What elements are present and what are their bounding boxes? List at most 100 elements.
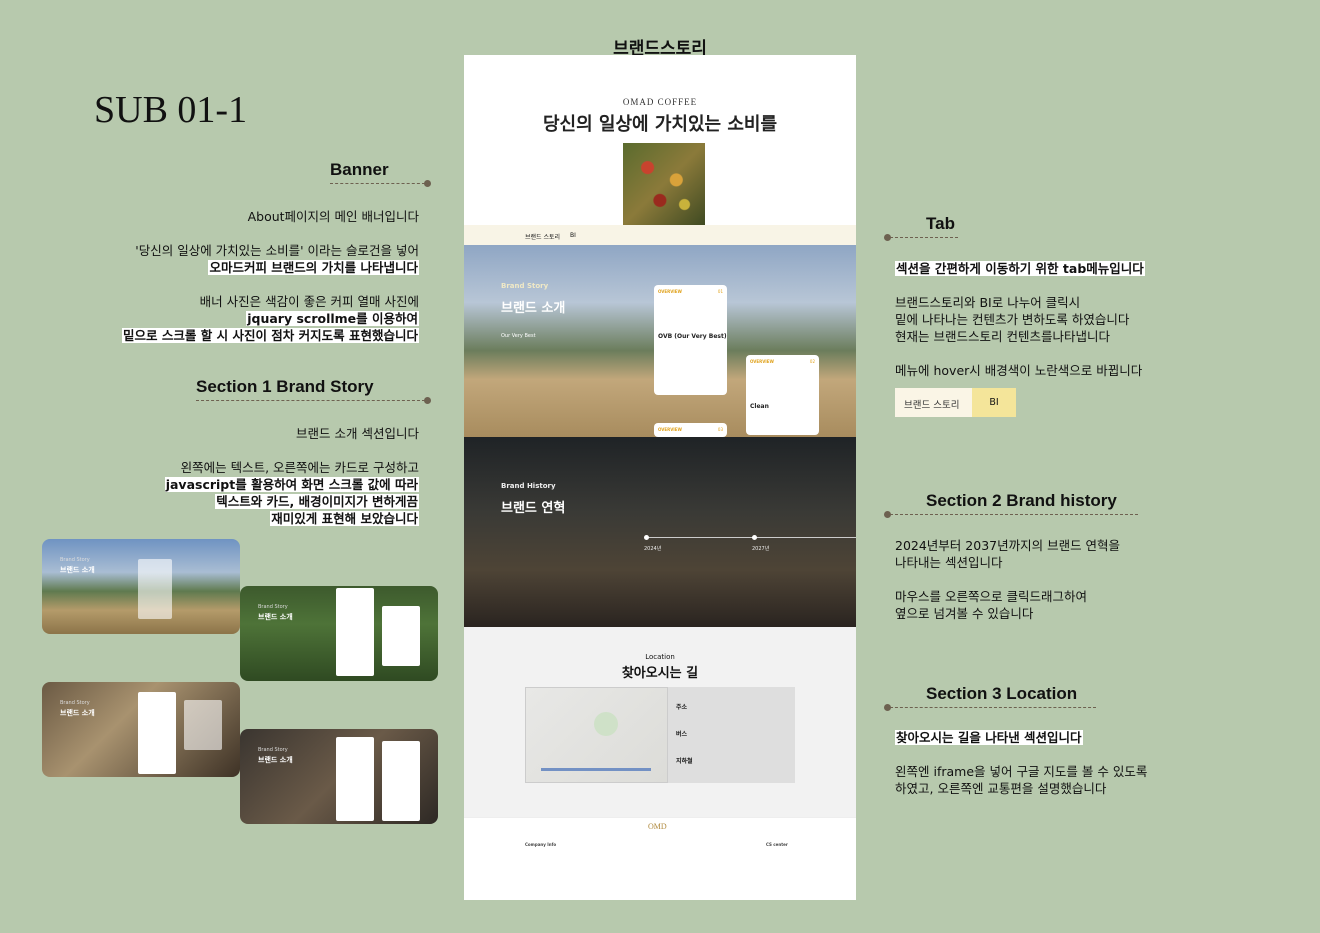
section2-description: 2024년부터 2037년까지의 브랜드 연혁을나타내는 섹션입니다 마우스를 … (895, 537, 1225, 639)
section2-p2a: 마우스를 오른쪽으로 클릭드래그하여 (895, 589, 1087, 604)
banner-p2a: '당신의 일상에 가치있는 소비를' 이라는 슬로건을 넣어 (135, 243, 419, 258)
timeline-dot-1 (644, 535, 649, 540)
banner-description: About페이지의 메인 배너입니다 '당신의 일상에 가치있는 소비를' 이라… (59, 208, 419, 361)
thumbnail-2-card-2 (382, 606, 420, 666)
timeline-line (646, 537, 856, 538)
section3-p2a: 왼쪽엔 iframe을 넣어 구글 지도를 볼 수 있도록 (895, 764, 1148, 779)
brand-story-label: Brand Story (501, 282, 549, 290)
section3-p1: 찾아오시는 길을 나타낸 섹션입니다 (895, 730, 1083, 745)
thumbnail-3-label: Brand Story (60, 700, 90, 706)
brand-story-sub: Our Very Best (501, 333, 536, 339)
tab-p2a: 브랜드스토리와 BI로 나누어 클릭시 (895, 295, 1081, 310)
thumbnail-3-title: 브랜드 소개 (60, 709, 95, 717)
thumbnail-2-label: Brand Story (258, 604, 288, 610)
overview-card-2: OVERVIEW 02 Clean (746, 355, 819, 435)
thumbnail-4: Brand Story 브랜드 소개 (240, 729, 438, 824)
section2-divider (890, 514, 1138, 515)
tab-brand-story[interactable]: 브랜드 스토리 (525, 232, 560, 241)
location-label: Location (645, 653, 675, 661)
tab-p3: 메뉴에 hover시 배경색이 노란색으로 바뀝니다 (895, 363, 1143, 378)
transport-info: 주소 버스 지하철 (668, 687, 795, 783)
banner-p1: About페이지의 메인 배너입니다 (247, 209, 419, 224)
thumbnail-3: Brand Story 브랜드 소개 (42, 682, 240, 777)
footer-logo: OMD (648, 822, 667, 831)
section1-divider (196, 400, 425, 401)
section2-dot (884, 511, 891, 518)
timeline-dot-2 (752, 535, 757, 540)
tab-description: 섹션을 간편하게 이동하기 위한 tab메뉴입니다 브랜드스토리와 BI로 나누… (895, 260, 1225, 396)
tab-p2c: 현재는 브랜드스토리 컨텐츠를나타냅니다 (895, 329, 1110, 344)
banner-p3b: jquary scrollme를 이용하여 (246, 311, 419, 326)
banner-p2b: 오마드커피 브랜드의 가치를 나타냅니다 (208, 260, 419, 275)
map-iframe[interactable] (525, 687, 668, 783)
page-mockup: OMAD COFFEE 당신의 일상에 가치있는 소비를 브랜드 스토리 BI … (464, 55, 856, 900)
section1-p2d: 재미있게 표현해 보았습니다 (270, 511, 419, 526)
map-park (594, 712, 618, 736)
thumbnail-2: Brand Story 브랜드 소개 (240, 586, 438, 681)
sub-title: SUB 01-1 (94, 89, 248, 131)
banner-p3a: 배너 사진은 색감이 좋은 커피 열매 사진에 (199, 294, 419, 309)
timeline-year-2: 2027년 (752, 546, 770, 552)
coffee-cherry-image (623, 143, 705, 225)
footer: OMD Company Info CS center (464, 817, 856, 900)
brand-history-section: Brand History 브랜드 연혁 2024년 2027년 (464, 437, 856, 627)
section1-description: 브랜드 소개 섹션입니다 왼쪽에는 텍스트, 오른쪽에는 카드로 구성하고 jav… (59, 425, 419, 544)
thumbnail-2-title: 브랜드 소개 (258, 613, 293, 621)
slogan: 당신의 일상에 가치있는 소비를 (542, 114, 778, 135)
brand-story-section: Brand Story 브랜드 소개 Our Very Best OVERVIE… (464, 245, 856, 437)
thumbnail-2-card-1 (336, 588, 374, 676)
section1-p1: 브랜드 소개 섹션입니다 (296, 426, 419, 441)
section3-divider (890, 707, 1096, 708)
brand-history-title: 브랜드 연혁 (501, 501, 566, 516)
tab-bi[interactable]: BI (570, 232, 576, 239)
thumbnail-4-card-1 (336, 737, 374, 821)
tab-p2b: 밑에 나타나는 컨텐츠가 변하도록 하였습니다 (895, 312, 1130, 327)
section1-p2b: javascript를 활용하여 화면 스크롤 값에 따라 (164, 477, 419, 492)
banner-divider (330, 183, 425, 184)
section3-description: 찾아오시는 길을 나타낸 섹션입니다 왼쪽엔 iframe을 넣어 구글 지도를… (895, 729, 1225, 814)
banner-dot (424, 180, 431, 187)
address-title: 주소 (676, 704, 688, 711)
banner-p3c: 밑으로 스크롤 할 시 사진이 점차 커지도록 표현했습니다 (122, 328, 419, 343)
section1-p2a: 왼쪽에는 텍스트, 오른쪽에는 카드로 구성하고 (180, 460, 419, 475)
footer-cs-center: CS center (766, 842, 788, 847)
section1-heading: Section 1 Brand Story (196, 377, 374, 396)
omad-logo: OMAD COFFEE (622, 97, 698, 107)
section-tab-bar: 브랜드 스토리 BI (464, 225, 856, 245)
section3-dot (884, 704, 891, 711)
tab-preview-brand-story[interactable]: 브랜드 스토리 (904, 397, 959, 411)
timeline-year-1: 2024년 (644, 546, 662, 552)
tab-heading: Tab (926, 214, 955, 233)
section3-p2b: 하였고, 오른쪽엔 교통편을 설명했습니다 (895, 781, 1107, 796)
thumbnail-3-card-2 (184, 700, 222, 750)
thumbnail-4-title: 브랜드 소개 (258, 756, 293, 764)
section2-p1a: 2024년부터 2037년까지의 브랜드 연혁을 (895, 538, 1121, 553)
section1-p2c: 텍스트와 카드, 배경이미지가 변하게끔 (215, 494, 419, 509)
overview-card-1: OVERVIEW 01 OVB (Our Very Best) (654, 285, 727, 395)
tab-preview-bi[interactable]: BI (972, 388, 1016, 417)
overview-card-3: OVERVIEW 03 (654, 423, 727, 437)
section1-dot (424, 397, 431, 404)
bus-title: 버스 (676, 731, 688, 738)
thumbnail-1: Brand Story 브랜드 소개 (42, 539, 240, 634)
footer-company-info: Company Info (525, 842, 557, 847)
thumbnail-4-label: Brand Story (258, 747, 288, 753)
map-route (541, 768, 651, 771)
section2-p2b: 옆으로 넘겨볼 수 있습니다 (895, 606, 1034, 621)
banner-heading: Banner (330, 160, 389, 179)
section2-p1b: 나타내는 섹션입니다 (895, 555, 1003, 570)
thumbnail-4-card-2 (382, 741, 420, 821)
section2-heading: Section 2 Brand history (926, 491, 1117, 510)
tab-divider (890, 237, 958, 238)
location-title: 찾아오시는 길 (621, 666, 699, 681)
subway-title: 지하철 (676, 758, 693, 765)
thumbnail-3-card-1 (138, 692, 176, 774)
section3-heading: Section 3 Location (926, 684, 1078, 703)
thumbnail-1-card (138, 559, 172, 619)
tab-dot (884, 234, 891, 241)
tab-hover-preview: 브랜드 스토리 BI (895, 388, 1016, 417)
thumbnail-1-title: 브랜드 소개 (60, 566, 95, 574)
location-section: Location 찾아오시는 길 주소 버스 지하철 (464, 627, 856, 817)
brand-story-title: 브랜드 소개 (501, 301, 566, 316)
brand-history-label: Brand History (501, 482, 556, 490)
